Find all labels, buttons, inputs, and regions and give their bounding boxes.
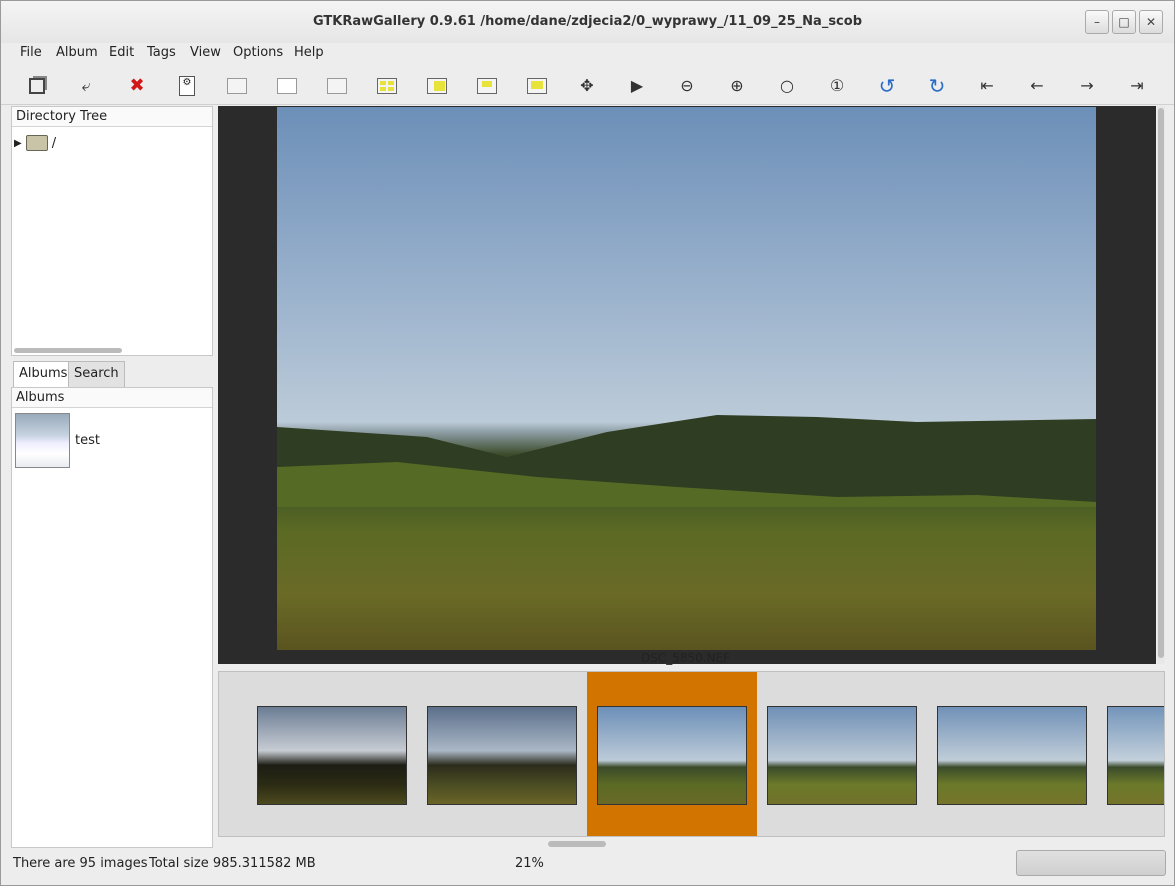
tab-albums[interactable]: Albums [13,361,74,388]
directory-tree-header[interactable]: Directory Tree [12,107,212,127]
image-filename: DSC_5850.NEF [641,651,731,665]
grid-dots-icon[interactable] [326,75,348,97]
window-title: GTKRawGallery 0.9.61 /home/dane/zdjecia2… [312,14,862,29]
zoom-level: 21% [515,856,544,871]
properties-icon[interactable]: ⚙ [176,75,198,97]
zoom-fit-icon[interactable]: ○ [776,75,798,97]
layout-bottom-icon[interactable] [526,75,548,97]
menu-edit[interactable]: Edit [109,45,134,60]
scrollbar-thumb[interactable] [1158,108,1164,658]
rotate-right-icon[interactable]: ↻ [926,75,948,97]
tree-scrollbar[interactable] [14,348,122,353]
thumbnail[interactable] [219,672,229,836]
image-count: There are 95 images [13,856,148,871]
left-panel: Directory Tree ▶ / Albums Search Albums … [11,106,213,848]
thumbnail[interactable] [927,672,1097,836]
zoom-out-icon[interactable]: ⊖ [676,75,698,97]
app-window: GTKRawGallery 0.9.61 /home/dane/zdjecia2… [0,0,1175,886]
zoom-100-icon[interactable]: ① [826,75,848,97]
play-icon[interactable]: ▶ [626,75,648,97]
single-view-icon[interactable] [276,75,298,97]
delete-icon[interactable]: ✖ [126,75,148,97]
fit-icon[interactable]: ✥ [576,75,598,97]
viewer-scrollbar[interactable] [1157,106,1165,664]
rotate-left-icon[interactable]: ↺ [876,75,898,97]
tree-root-label[interactable]: / [52,136,56,151]
directory-tree[interactable]: Directory Tree ▶ / [11,106,213,356]
tree-row-root[interactable]: ▶ / [14,133,56,153]
layout-tree-icon[interactable] [426,75,448,97]
layout-split-icon[interactable] [476,75,498,97]
thumbnail[interactable] [247,672,417,836]
minimize-button[interactable]: – [1085,10,1109,34]
close-button[interactable]: ✕ [1139,10,1163,34]
toolbar: ⤶ ✖ ⚙ ✥ ▶ ⊖ ⊕ ○ ① ↺ ↻ ⇤ ← → ⇥ [1,67,1174,105]
menu-album[interactable]: Album [56,45,98,60]
first-icon[interactable]: ⇤ [976,75,998,97]
copy-icon[interactable] [26,75,48,97]
total-size: Total size 985.311582 MB [149,856,316,871]
folder-icon [25,135,48,151]
thumbnail-selected[interactable] [587,672,757,836]
progress-bar [1016,850,1166,876]
strip-scrollbar[interactable] [548,841,606,847]
layout-grid-icon[interactable] [376,75,398,97]
thumbnail[interactable] [417,672,587,836]
previous-icon[interactable]: ← [1026,75,1048,97]
list-item[interactable]: test [15,413,100,468]
album-thumbnail [15,413,70,468]
albums-header[interactable]: Albums [12,388,212,408]
grid-small-icon[interactable] [226,75,248,97]
new-item-icon[interactable]: ⤶ [75,75,97,97]
image-viewer[interactable] [218,106,1156,664]
menu-help[interactable]: Help [294,45,324,60]
album-name: test [75,433,100,448]
title-bar: GTKRawGallery 0.9.61 /home/dane/zdjecia2… [1,1,1174,43]
albums-panel: Albums test [11,387,213,848]
menu-bar: File Album Edit Tags View Options Help [1,43,1174,65]
status-bar: There are 95 images Total size 985.31158… [1,851,1174,877]
tab-search[interactable]: Search [68,361,125,387]
menu-file[interactable]: File [20,45,42,60]
photo-hills [277,415,1096,507]
last-icon[interactable]: ⇥ [1126,75,1148,97]
maximize-button[interactable]: □ [1112,10,1136,34]
thumbnail[interactable] [757,672,927,836]
thumbnail-strip[interactable] [218,671,1165,837]
next-icon[interactable]: → [1076,75,1098,97]
expander-icon[interactable]: ▶ [14,138,22,149]
menu-tags[interactable]: Tags [147,45,176,60]
menu-options[interactable]: Options [233,45,283,60]
zoom-in-icon[interactable]: ⊕ [726,75,748,97]
menu-view[interactable]: View [190,45,221,60]
main-photo [277,107,1096,650]
thumbnail[interactable] [1097,672,1164,836]
